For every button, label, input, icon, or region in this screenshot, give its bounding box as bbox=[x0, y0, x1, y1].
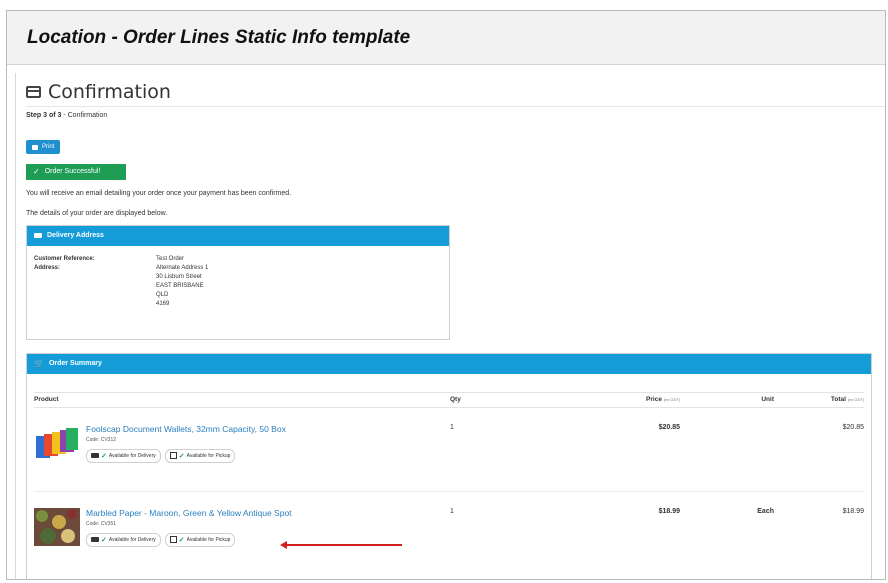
address-line: 30 Lisburn Street bbox=[156, 273, 202, 280]
address-line: Alternate Address 1 bbox=[156, 264, 209, 271]
address-label: Address: bbox=[34, 264, 61, 271]
address-line: EAST BRISBANE bbox=[156, 282, 204, 289]
product-cell: Marbled Paper - Maroon, Green & Yellow A… bbox=[34, 507, 450, 576]
check-icon: ✓ bbox=[178, 536, 185, 544]
truck-icon bbox=[34, 233, 42, 238]
product-code: Code: CV312 bbox=[86, 436, 117, 443]
price-cell: $18.99 bbox=[658, 507, 680, 515]
window-title: Location - Order Lines Static Info templ… bbox=[27, 27, 411, 48]
page-title: Confirmation bbox=[48, 80, 171, 103]
table-row: Marbled Paper - Maroon, Green & Yellow A… bbox=[34, 492, 864, 576]
step-indicator: Step 3 of 3 - Confirmation bbox=[26, 112, 885, 119]
order-summary-title: Order Summary bbox=[48, 360, 102, 367]
delivery-badge: ✓ Available for Delivery bbox=[86, 448, 161, 463]
product-name-link[interactable]: Marbled Paper - Maroon, Green & Yellow A… bbox=[86, 508, 292, 518]
step-suffix: - Confirmation bbox=[61, 112, 108, 119]
cart-icon: 🛒 bbox=[34, 359, 44, 368]
product-name-link[interactable]: Foolscap Document Wallets, 32mm Capacity… bbox=[86, 424, 286, 434]
print-label: Print bbox=[42, 144, 55, 150]
credit-card-icon bbox=[26, 85, 41, 98]
page-header: Confirmation bbox=[26, 77, 885, 107]
total-cell: $18.99 bbox=[842, 507, 864, 515]
unit-cell: Each bbox=[757, 507, 774, 515]
email-note: You will receive an email detailing your… bbox=[26, 189, 292, 197]
annotation-arrow bbox=[280, 541, 402, 549]
column-unit: Unit bbox=[761, 396, 774, 403]
product-code: Code: CV351 bbox=[86, 520, 117, 527]
printer-icon bbox=[32, 144, 38, 150]
check-icon: ✓ bbox=[101, 452, 107, 460]
product-cell: Foolscap Document Wallets, 32mm Capacity… bbox=[34, 424, 450, 491]
success-label: Order Successful! bbox=[44, 168, 101, 175]
step-label: Step 3 of 3 bbox=[26, 112, 62, 119]
qty-cell: 1 bbox=[450, 507, 454, 515]
product-image[interactable] bbox=[34, 424, 80, 462]
order-summary-panel: 🛒 Order Summary Product Qty Price (ex GS… bbox=[26, 352, 872, 579]
check-icon: ✓ bbox=[33, 167, 40, 176]
product-image[interactable] bbox=[34, 507, 80, 546]
truck-icon bbox=[91, 537, 99, 542]
pickup-badge: ✓ Available for Pickup bbox=[164, 532, 236, 547]
order-summary-header: 🛒 Order Summary bbox=[27, 353, 871, 374]
customer-reference-value: Test Order bbox=[156, 255, 185, 262]
app-window: Location - Order Lines Static Info templ… bbox=[6, 10, 886, 580]
check-icon: ✓ bbox=[178, 452, 185, 460]
print-button[interactable]: Print bbox=[26, 140, 61, 154]
column-qty: Qty bbox=[450, 396, 461, 403]
column-price: Price (ex GST) bbox=[646, 396, 680, 403]
check-icon: ✓ bbox=[101, 536, 107, 544]
column-total: Total (ex GST) bbox=[830, 396, 864, 403]
delivery-address-title: Delivery Address bbox=[47, 232, 104, 239]
column-product: Product bbox=[34, 396, 59, 403]
table-row: Foolscap Document Wallets, 32mm Capacity… bbox=[34, 408, 864, 492]
price-cell: $20.85 bbox=[658, 423, 680, 431]
delivery-address-header: Delivery Address bbox=[27, 225, 449, 246]
address-line: 4169 bbox=[156, 300, 170, 307]
address-line: QLD bbox=[156, 291, 169, 298]
store-icon bbox=[169, 536, 177, 543]
delivery-badge: ✓ Available for Delivery bbox=[86, 532, 161, 547]
unit-cell bbox=[680, 424, 774, 491]
pickup-badge: ✓ Available for Pickup bbox=[164, 448, 236, 463]
truck-icon bbox=[91, 453, 99, 458]
content-area: Confirmation Step 3 of 3 - Confirmation … bbox=[15, 73, 885, 579]
title-bar: Location - Order Lines Static Info templ… bbox=[7, 11, 885, 65]
delivery-address-panel: Delivery Address Customer Reference: Tes… bbox=[26, 224, 450, 340]
order-table-header: Product Qty Price (ex GST) Unit Total (e… bbox=[34, 391, 864, 408]
total-cell: $20.85 bbox=[842, 423, 864, 431]
qty-cell: 1 bbox=[450, 423, 454, 431]
address-details: Customer Reference: Test Order Address: … bbox=[27, 246, 449, 317]
details-note: The details of your order are displayed … bbox=[26, 209, 168, 217]
customer-reference-label: Customer Reference: bbox=[34, 255, 95, 262]
store-icon bbox=[169, 452, 177, 459]
success-alert: ✓ Order Successful! bbox=[26, 163, 126, 180]
